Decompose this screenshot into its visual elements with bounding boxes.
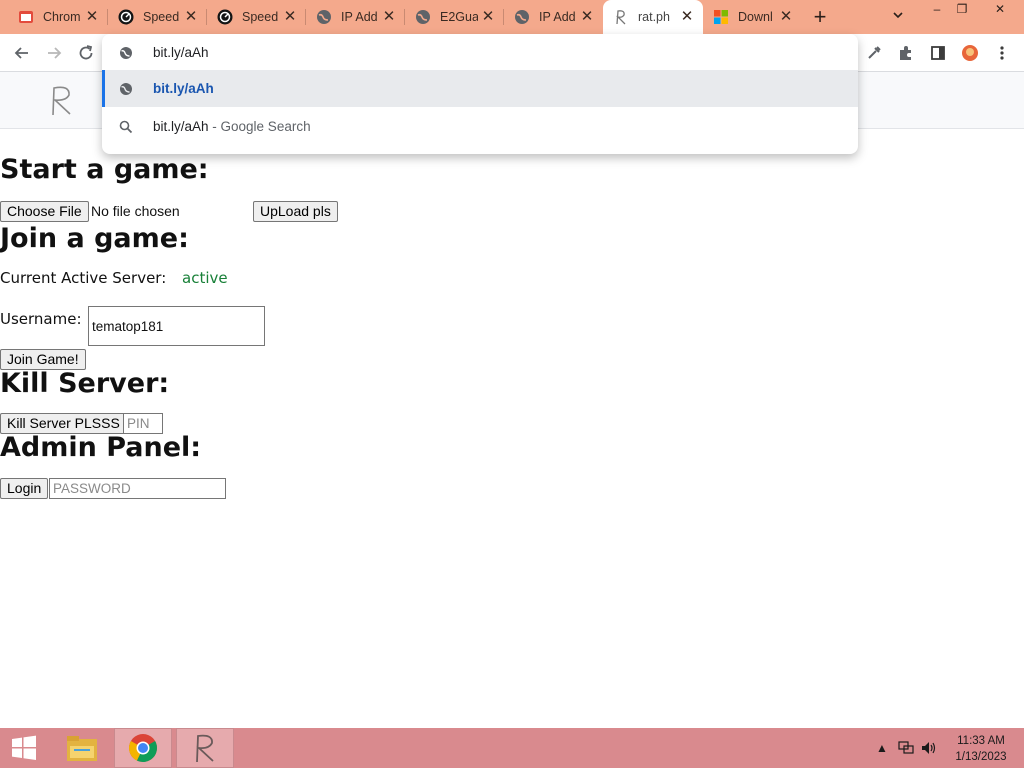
file-explorer-taskbar-icon[interactable]: [58, 728, 106, 768]
taskbar: ▲: [0, 728, 1024, 768]
tray-overflow-icon[interactable]: ▲: [876, 741, 888, 755]
kill-server-button[interactable]: Kill Server PLSSS: [0, 413, 127, 434]
speedometer-icon: [118, 9, 134, 25]
tab-rat-php[interactable]: rat.ph ✕: [603, 0, 703, 34]
start-button[interactable]: [0, 728, 48, 768]
microsoft-icon: [713, 9, 729, 25]
forward-button[interactable]: [42, 41, 66, 65]
tab-ip-address-1[interactable]: IP Add ✕: [306, 0, 405, 34]
eyedropper-icon[interactable]: [864, 43, 884, 63]
close-tab-icon[interactable]: ✕: [480, 9, 496, 25]
globe-icon: [118, 81, 134, 97]
tab-speed-2[interactable]: Speed ✕: [207, 0, 306, 34]
omnibox-suggestion-url[interactable]: bit.ly/aAh: [102, 70, 858, 107]
tab-title: IP Add: [341, 10, 378, 24]
admin-panel-heading: Admin Panel:: [0, 432, 202, 463]
omnibox-dropdown: bit.ly/aAh bit.ly/aAh bit.ly/aAh - Googl…: [102, 34, 858, 154]
side-panel-icon[interactable]: [928, 43, 948, 63]
extensions-puzzle-icon[interactable]: [896, 43, 916, 63]
reload-button[interactable]: [74, 41, 98, 65]
restore-button[interactable]: ❐: [950, 2, 974, 18]
omnibox-suggestion-search[interactable]: bit.ly/aAh - Google Search: [102, 108, 858, 145]
chrome-taskbar-icon[interactable]: [114, 728, 172, 768]
tab-ip-address-2[interactable]: IP Add ✕: [504, 0, 603, 34]
password-input[interactable]: PASSWORD: [49, 478, 226, 499]
upload-button[interactable]: UpLoad pls: [253, 201, 338, 222]
chevron-down-icon[interactable]: [888, 8, 908, 28]
username-input[interactable]: tematop181: [88, 306, 265, 346]
choose-file-button[interactable]: Choose File: [0, 201, 89, 222]
tab-e2guardian[interactable]: E2Gua ✕: [405, 0, 504, 34]
login-button[interactable]: Login: [0, 478, 49, 499]
tab-title: Speed: [143, 10, 180, 24]
file-status-text: No file chosen: [91, 203, 180, 219]
server-label: Current Active Server:: [0, 269, 167, 287]
address-bar[interactable]: bit.ly/aAh: [102, 34, 858, 71]
join-game-heading: Join a game:: [0, 223, 189, 254]
new-tab-button[interactable]: +: [808, 6, 832, 30]
pin-input[interactable]: PIN: [123, 413, 163, 434]
start-game-heading: Start a game:: [0, 154, 209, 185]
network-icon[interactable]: [898, 741, 914, 758]
close-tab-icon[interactable]: ✕: [183, 9, 199, 25]
globe-icon: [316, 9, 332, 25]
kill-server-heading: Kill Server:: [0, 368, 170, 399]
suggestion-text: bit.ly/aAh: [153, 81, 214, 96]
close-window-button[interactable]: ✕: [988, 2, 1012, 18]
close-tab-icon[interactable]: ✕: [679, 9, 695, 25]
minimize-button[interactable]: –: [925, 2, 949, 18]
suggestion-suffix: - Google Search: [208, 119, 311, 134]
tab-title: Speed: [242, 10, 279, 24]
globe-icon: [118, 45, 134, 61]
suggestion-query: bit.ly/aAh: [153, 119, 209, 134]
tab-chrome[interactable]: Chrom ✕: [8, 0, 108, 34]
globe-icon: [514, 9, 530, 25]
tab-title: IP Add: [539, 10, 576, 24]
chrome-icon: [18, 9, 34, 25]
close-tab-icon[interactable]: ✕: [778, 9, 794, 25]
clock-date: 1/13/2023: [955, 751, 1007, 763]
tab-title: Chrom: [43, 10, 81, 24]
tab-title: E2Gua: [440, 10, 478, 24]
close-tab-icon[interactable]: ✕: [282, 9, 298, 25]
taskbar-clock[interactable]: 11:33 AM 1/13/2023: [948, 733, 1014, 765]
tab-title: rat.ph: [638, 10, 670, 24]
close-tab-icon[interactable]: ✕: [579, 9, 595, 25]
tab-download[interactable]: Downl ✕: [703, 0, 802, 34]
globe-icon: [415, 9, 431, 25]
close-tab-icon[interactable]: ✕: [84, 9, 100, 25]
tab-speed-1[interactable]: Speed ✕: [108, 0, 207, 34]
join-game-button[interactable]: Join Game!: [0, 349, 86, 370]
site-logo[interactable]: [48, 84, 76, 116]
r-app-taskbar-icon[interactable]: [176, 728, 234, 768]
tab-title: Downl: [738, 10, 773, 24]
profile-avatar[interactable]: [960, 43, 980, 63]
speedometer-icon: [217, 9, 233, 25]
tab-strip: Chrom ✕ Speed ✕ Speed ✕ IP Add ✕ E2Gua ✕: [0, 0, 1024, 34]
back-button[interactable]: [10, 41, 34, 65]
r-logo-icon: [613, 9, 629, 25]
username-label: Username:: [0, 310, 82, 328]
search-icon: [118, 119, 134, 135]
clock-time: 11:33 AM: [957, 735, 1005, 747]
address-input-value[interactable]: bit.ly/aAh: [153, 45, 209, 60]
menu-kebab-icon[interactable]: [992, 43, 1012, 63]
server-status: active: [182, 269, 228, 287]
suggestion-text: bit.ly/aAh - Google Search: [153, 119, 311, 134]
close-tab-icon[interactable]: ✕: [381, 9, 397, 25]
windows-icon: [12, 735, 36, 760]
volume-icon[interactable]: [921, 741, 937, 758]
